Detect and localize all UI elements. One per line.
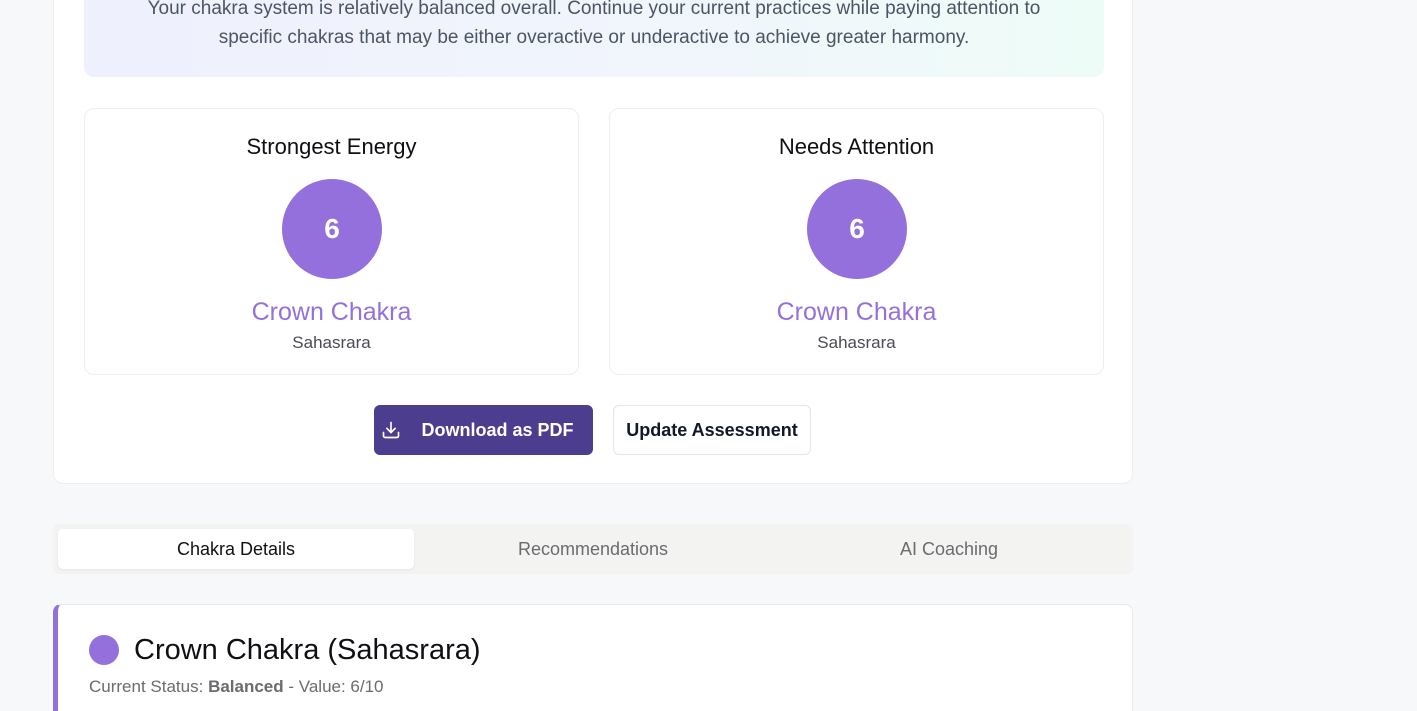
results-summary-card: Your chakra system is relatively balance… [53, 0, 1133, 484]
needs-attention-title: Needs Attention [778, 134, 935, 159]
strongest-chakra-badge: 6 [282, 179, 382, 279]
update-assessment-label: Update Assessment [626, 419, 798, 440]
status-value: Balanced [208, 677, 284, 696]
strongest-energy-card: Strongest Energy 6 Crown Chakra Sahasrar… [84, 108, 579, 375]
chakra-color-dot [89, 635, 119, 665]
attention-chakra-name: Crown Chakra [776, 298, 937, 326]
page: Your chakra system is relatively balance… [0, 0, 1417, 711]
tab-recommendations[interactable]: Recommendations [415, 529, 771, 569]
download-icon [383, 421, 400, 439]
strongest-chakra-sanskrit: Sahasrara [292, 333, 371, 352]
strongest-energy-title: Strongest Energy [246, 134, 417, 159]
overall-insight-box: Your chakra system is relatively balance… [84, 0, 1104, 77]
tab-ai-coaching[interactable]: AI Coaching [771, 529, 1127, 569]
tab-chakra-details[interactable]: Chakra Details [58, 529, 414, 569]
attention-chakra-badge: 6 [807, 179, 907, 279]
overall-insight-text: Your chakra system is relatively balance… [147, 0, 1041, 48]
needs-attention-card: Needs Attention 6 Crown Chakra Sahasrara [609, 108, 1104, 375]
download-pdf-button[interactable]: Download as PDF [374, 405, 593, 455]
strongest-chakra-name: Crown Chakra [251, 298, 412, 326]
chakra-detail-title: Crown Chakra (Sahasrara) [134, 634, 481, 666]
status-value-text: - Value: 6/10 [283, 677, 384, 696]
download-pdf-label: Download as PDF [421, 419, 574, 440]
chakra-status-line: Current Status: Balanced - Value: 6/10 [89, 677, 384, 697]
chakra-detail-card: Crown Chakra (Sahasrara) Current Status:… [53, 604, 1133, 711]
status-prefix: Current Status: [89, 677, 209, 696]
results-tabs: Chakra Details Recommendations AI Coachi… [53, 524, 1133, 574]
attention-chakra-sanskrit: Sahasrara [817, 333, 896, 352]
update-assessment-button[interactable]: Update Assessment [613, 405, 811, 455]
